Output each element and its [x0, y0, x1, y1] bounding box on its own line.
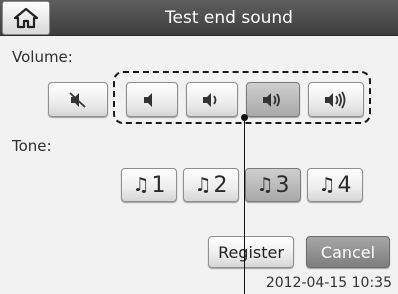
speaker-level-2-icon: [203, 92, 217, 107]
tone-2-button[interactable]: ♫ 2: [183, 168, 239, 202]
speaker-level-1-icon: [144, 92, 152, 107]
page-title: Test end sound: [165, 8, 293, 28]
tone-4-button[interactable]: ♫ 4: [307, 168, 363, 202]
tone-number: 2: [213, 172, 228, 198]
cancel-button[interactable]: Cancel: [306, 236, 390, 268]
volume-level-2-button[interactable]: [186, 82, 238, 117]
speaker-level-3-icon: [263, 92, 280, 107]
callout-dot: [241, 114, 248, 121]
speaker-level-4-icon: [325, 91, 346, 108]
tone-1-button[interactable]: ♫ 1: [121, 168, 177, 202]
home-icon: [13, 7, 39, 29]
tone-3-button[interactable]: ♫ 3: [245, 168, 301, 202]
music-note-icon: ♫: [194, 174, 212, 196]
tone-number: 1: [151, 172, 166, 198]
tone-label: Tone:: [12, 137, 52, 155]
tone-number: 3: [275, 172, 290, 198]
volume-label: Volume:: [12, 48, 73, 66]
volume-level-4-button[interactable]: [308, 82, 364, 117]
music-note-icon: ♫: [132, 174, 150, 196]
music-note-icon: ♫: [318, 174, 336, 196]
volume-level-3-button[interactable]: [246, 82, 300, 117]
register-button[interactable]: Register: [208, 236, 294, 268]
music-note-icon: ♫: [256, 174, 274, 196]
volume-mute-button[interactable]: [48, 82, 108, 117]
callout-line: [244, 117, 245, 294]
title-bar: Test end sound: [0, 0, 398, 36]
home-button[interactable]: [2, 1, 50, 35]
status-datetime: 2012-04-15 10:35: [265, 275, 392, 291]
speaker-mute-icon: [69, 91, 86, 108]
tone-number: 4: [337, 172, 352, 198]
volume-level-1-button[interactable]: [126, 82, 178, 117]
